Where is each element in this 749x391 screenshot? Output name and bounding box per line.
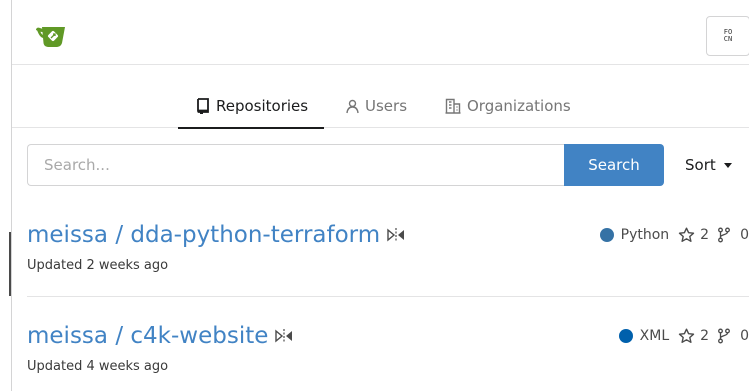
repo-star-count: 2 <box>700 227 710 243</box>
repo-fork-count: 0 <box>740 328 749 344</box>
repo-language: XML <box>639 328 670 344</box>
repo-star-count: 2 <box>700 328 710 344</box>
person-icon <box>346 99 359 114</box>
repo-link[interactable]: meissa / c4k-website <box>27 323 268 349</box>
repo-fork-count: 0 <box>740 227 749 243</box>
sort-label: Sort <box>685 156 716 174</box>
left-edge-marker <box>9 232 11 296</box>
star-icon <box>678 328 695 344</box>
language-color-dot <box>618 329 633 343</box>
fork-icon <box>718 227 731 243</box>
caret-down-icon <box>723 163 732 168</box>
search-bar: Search Sort <box>27 144 739 186</box>
fork-icon <box>718 328 731 344</box>
tab-label: Repositories <box>216 96 309 115</box>
repo-item: meissa / c4k-website XML 2 0 Updated 4 w… <box>27 319 749 374</box>
repo-stats: Python 2 0 <box>599 218 749 252</box>
language-button-text: FO CN <box>723 28 733 43</box>
organization-icon <box>445 98 461 114</box>
tab-users[interactable]: Users <box>346 84 407 128</box>
repo-updated-time: Updated 2 weeks ago <box>27 258 169 273</box>
repo-divider <box>27 296 749 297</box>
book-icon <box>196 97 210 114</box>
search-input[interactable] <box>27 144 565 186</box>
tab-organizations[interactable]: Organizations <box>445 84 571 128</box>
repo-updated-time: Updated 4 weeks ago <box>27 359 169 374</box>
tab-label: Organizations <box>467 97 571 115</box>
explore-tabs: Repositories Users Organizations <box>12 84 749 129</box>
left-edge-border <box>0 0 12 391</box>
mirror-icon <box>274 328 294 344</box>
repo-item: meissa / dda-python-terraform Python 2 0… <box>27 218 749 273</box>
language-button[interactable]: FO CN <box>706 16 749 56</box>
tab-label: Users <box>365 97 408 115</box>
gitea-logo-icon[interactable] <box>34 23 68 49</box>
top-navbar: FO CN <box>12 0 749 65</box>
star-icon <box>678 227 695 243</box>
tab-repositories[interactable]: Repositories <box>178 84 325 129</box>
sort-dropdown[interactable]: Sort <box>685 144 732 186</box>
search-button[interactable]: Search <box>564 144 664 186</box>
repo-language: Python <box>620 227 670 243</box>
repo-link[interactable]: meissa / dda-python-terraform <box>27 222 380 248</box>
language-color-dot <box>599 228 614 242</box>
repo-stats: XML 2 0 <box>618 319 749 353</box>
mirror-icon <box>386 227 406 243</box>
